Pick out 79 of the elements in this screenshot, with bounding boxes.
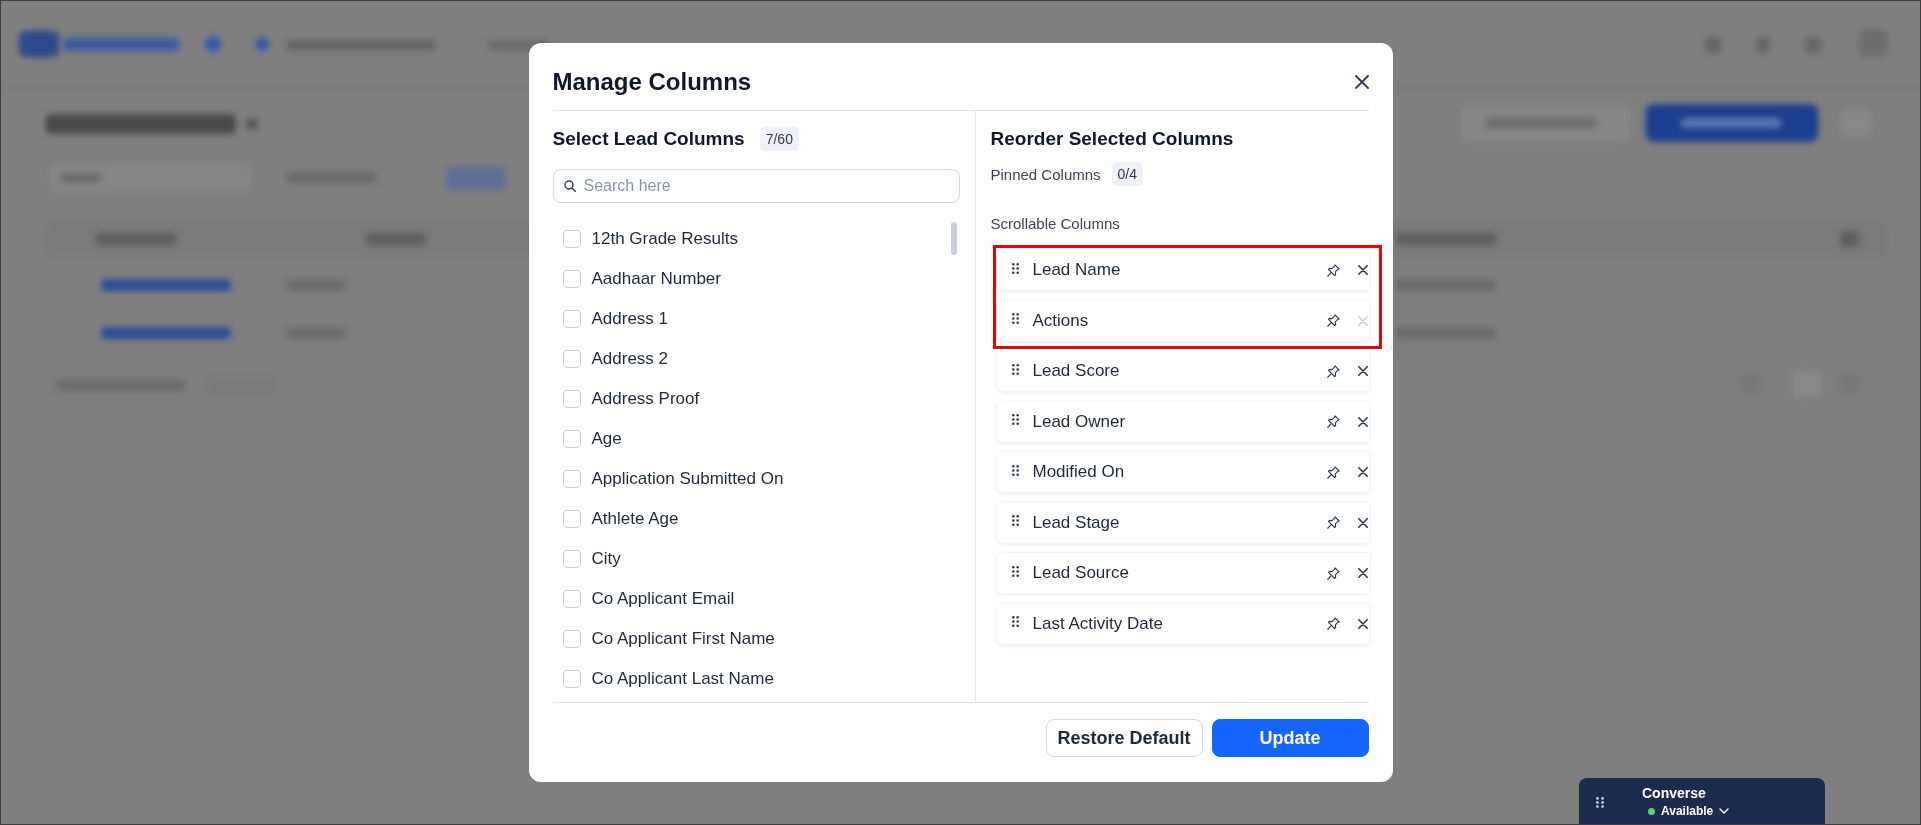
- column-label: Modified On: [1032, 462, 1126, 482]
- column-label: Last Activity Date: [1032, 613, 1164, 634]
- pinned-columns-label: Pinned Columns: [990, 165, 1101, 183]
- column-card[interactable]: Actions: [996, 300, 1369, 341]
- pin-icon[interactable]: [1326, 516, 1340, 529]
- column-option[interactable]: Co Applicant Last Name: [552, 659, 960, 690]
- checkbox[interactable]: [562, 310, 581, 328]
- checkbox[interactable]: [562, 670, 581, 688]
- column-label: Lead Score: [1032, 361, 1121, 381]
- section-title: Reorder Selected Columns: [990, 128, 1234, 150]
- restore-default-button[interactable]: Restore Default: [1045, 719, 1203, 757]
- pin-icon[interactable]: [1326, 314, 1340, 327]
- dialog-title: Manage Columns: [552, 67, 752, 96]
- count-badge: 7/60: [759, 127, 799, 151]
- pin-icon[interactable]: [1326, 566, 1340, 580]
- column-option[interactable]: Address 1: [552, 299, 960, 339]
- widget-title: Converse: [1642, 784, 1707, 802]
- column-card[interactable]: Lead Source: [996, 553, 1369, 593]
- remove-icon[interactable]: [1357, 366, 1368, 376]
- status-dropdown[interactable]: Available: [1648, 804, 1730, 818]
- checkbox[interactable]: [562, 590, 581, 608]
- drag-handle-icon[interactable]: [1596, 797, 1604, 808]
- close-icon[interactable]: [1354, 74, 1369, 89]
- column-option[interactable]: City: [552, 539, 960, 579]
- column-label: Lead Owner: [1032, 411, 1127, 432]
- checkbox[interactable]: [562, 230, 581, 248]
- drag-handle-icon[interactable]: [1011, 313, 1019, 324]
- update-button[interactable]: Update: [1211, 719, 1369, 757]
- remove-icon[interactable]: [1357, 416, 1368, 427]
- pin-icon[interactable]: [1326, 364, 1340, 378]
- pin-icon[interactable]: [1326, 415, 1340, 428]
- column-option[interactable]: Age: [552, 419, 960, 459]
- search-icon: [563, 180, 576, 192]
- drag-handle-icon[interactable]: [1011, 414, 1019, 425]
- checkbox[interactable]: [562, 270, 581, 288]
- count-badge: 0/4: [1111, 162, 1144, 186]
- drag-handle-icon[interactable]: [1011, 565, 1019, 577]
- drag-handle-icon[interactable]: [1011, 464, 1019, 476]
- column-card[interactable]: Modified On: [996, 452, 1369, 492]
- column-option[interactable]: Address Proof: [552, 379, 960, 419]
- checkbox[interactable]: [562, 510, 581, 528]
- scrollbar-thumb[interactable]: [950, 222, 957, 255]
- column-card[interactable]: Last Activity Date: [996, 603, 1369, 644]
- column-option[interactable]: Athlete Age: [552, 499, 960, 539]
- column-option[interactable]: Co Applicant First Name: [552, 619, 960, 659]
- remove-icon[interactable]: [1357, 467, 1368, 477]
- checkbox[interactable]: [562, 630, 581, 648]
- checkbox[interactable]: [562, 430, 581, 448]
- checkbox[interactable]: [562, 350, 581, 368]
- column-card[interactable]: Lead Stage: [996, 502, 1369, 543]
- column-option[interactable]: Application Submitted On: [552, 459, 960, 499]
- search-field[interactable]: Search here: [552, 169, 960, 203]
- checkbox[interactable]: [562, 470, 581, 488]
- column-label: Lead Name: [1032, 260, 1122, 280]
- column-option[interactable]: Aadhaar Number: [552, 259, 960, 299]
- drag-handle-icon[interactable]: [1011, 616, 1019, 627]
- drag-handle-icon[interactable]: [1011, 515, 1019, 526]
- drag-handle-icon[interactable]: [1011, 262, 1019, 274]
- remove-icon[interactable]: [1357, 568, 1368, 578]
- remove-icon[interactable]: [1357, 517, 1368, 528]
- scrollable-columns-label: Scrollable Columns: [990, 214, 1120, 234]
- column-card[interactable]: Lead Score: [996, 351, 1369, 391]
- column-option[interactable]: Address 2: [552, 339, 960, 379]
- caret-icon: [1719, 808, 1730, 814]
- column-label: Actions: [1032, 310, 1090, 331]
- column-label: Lead Stage: [1032, 512, 1121, 533]
- pin-icon[interactable]: [1326, 617, 1340, 630]
- column-card[interactable]: Lead Name: [996, 250, 1369, 290]
- pin-icon[interactable]: [1326, 263, 1340, 277]
- remove-icon[interactable]: [1357, 618, 1368, 629]
- remove-icon[interactable]: [1357, 265, 1368, 275]
- checkbox[interactable]: [562, 550, 581, 568]
- column-card[interactable]: Lead Owner: [996, 401, 1369, 442]
- checkbox[interactable]: [562, 390, 581, 408]
- pin-icon[interactable]: [1326, 465, 1340, 479]
- column-option[interactable]: Co Applicant Email: [552, 579, 960, 619]
- drag-handle-icon[interactable]: [1011, 363, 1019, 375]
- section-title: Select Lead Columns: [552, 128, 745, 150]
- column-label: Lead Source: [1032, 563, 1130, 583]
